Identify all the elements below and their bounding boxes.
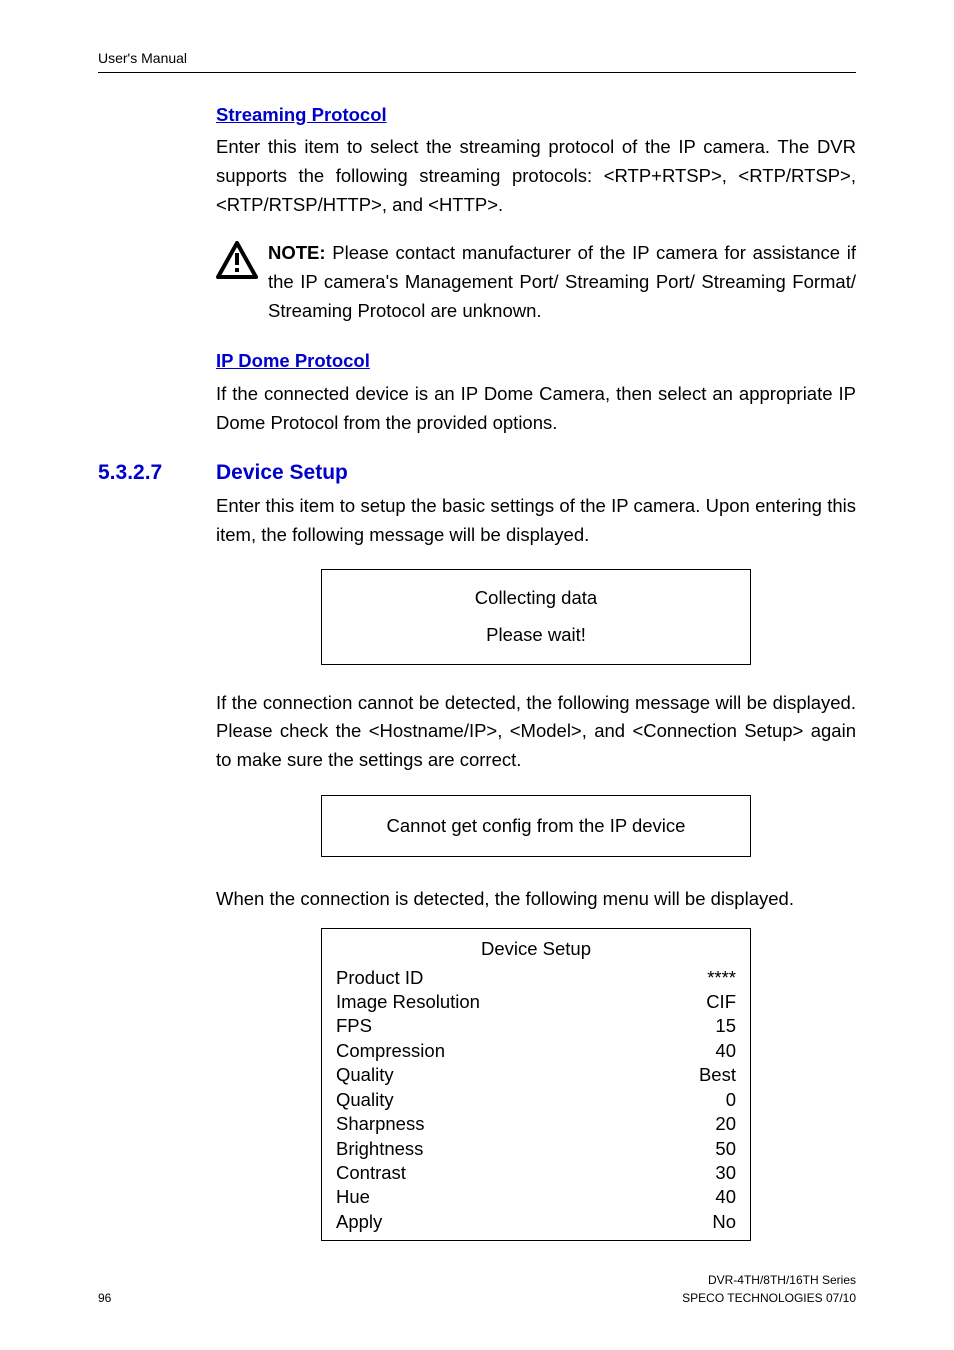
row-value: 15 [715, 1014, 736, 1038]
row-value: 50 [715, 1137, 736, 1161]
row-label: Compression [336, 1039, 445, 1063]
table-row: Contrast 30 [336, 1161, 736, 1185]
section-title: Device Setup [216, 457, 348, 490]
message-box-collecting: Collecting data Please wait! [321, 569, 751, 664]
row-label: FPS [336, 1014, 372, 1038]
heading-ip-dome-protocol: IP Dome Protocol [216, 347, 856, 376]
paragraph-menu-displayed: When the connection is detected, the fol… [216, 885, 856, 914]
paragraph-device-setup-intro: Enter this item to setup the basic setti… [216, 492, 856, 549]
note-text: NOTE: Please contact manufacturer of the… [268, 239, 856, 325]
table-row: Hue 40 [336, 1185, 736, 1209]
message-line-2: Please wait! [332, 621, 740, 650]
device-setup-table: Device Setup Product ID **** Image Resolu… [321, 928, 751, 1241]
footer-right-line-2: SPECO TECHNOLOGIES 07/10 [682, 1289, 856, 1308]
paragraph-cannot-detect: If the connection cannot be detected, th… [216, 689, 856, 775]
row-label: Apply [336, 1210, 382, 1234]
header-left: User's Manual [98, 50, 187, 66]
row-value: **** [707, 966, 736, 990]
page-footer: 96 DVR-4TH/8TH/16TH Series SPECO TECHNOL… [98, 1271, 856, 1308]
table-row: Quality 0 [336, 1088, 736, 1112]
table-row: Product ID **** [336, 966, 736, 990]
row-label: Brightness [336, 1137, 423, 1161]
message-line-1: Collecting data [332, 584, 740, 613]
footer-right-line-1: DVR-4TH/8TH/16TH Series [682, 1271, 856, 1290]
row-value: 0 [726, 1088, 736, 1112]
note-block: NOTE: Please contact manufacturer of the… [216, 239, 856, 325]
table-row: Quality Best [336, 1063, 736, 1087]
message-box-cannot-get-config: Cannot get config from the IP device [321, 795, 751, 858]
row-label: Contrast [336, 1161, 406, 1185]
heading-streaming-protocol: Streaming Protocol [216, 101, 856, 130]
row-value: Best [699, 1063, 736, 1087]
table-row: Compression 40 [336, 1039, 736, 1063]
page-content: Streaming Protocol Enter this item to se… [98, 101, 856, 1241]
footer-page-number: 96 [98, 1289, 111, 1308]
note-body: Please contact manufacturer of the IP ca… [268, 242, 856, 320]
message-cannot-get-config-line: Cannot get config from the IP device [332, 812, 740, 841]
table-row: Apply No [336, 1210, 736, 1234]
table-row: Sharpness 20 [336, 1112, 736, 1136]
row-label: Quality [336, 1088, 394, 1112]
table-row: FPS 15 [336, 1014, 736, 1038]
page-header: User's Manual [98, 48, 856, 73]
row-label: Hue [336, 1185, 370, 1209]
footer-right: DVR-4TH/8TH/16TH Series SPECO TECHNOLOGI… [682, 1271, 856, 1308]
row-value: 40 [715, 1185, 736, 1209]
row-label: Product ID [336, 966, 423, 990]
row-label: Quality [336, 1063, 394, 1087]
row-value: 20 [715, 1112, 736, 1136]
table-row: Image Resolution CIF [336, 990, 736, 1014]
row-label: Sharpness [336, 1112, 424, 1136]
paragraph-streaming-protocol: Enter this item to select the streaming … [216, 133, 856, 219]
row-value: 40 [715, 1039, 736, 1063]
device-setup-table-title: Device Setup [336, 935, 736, 964]
row-value: No [712, 1210, 736, 1234]
section-number: 5.3.2.7 [98, 457, 182, 490]
warning-icon [216, 239, 258, 288]
row-value: CIF [706, 990, 736, 1014]
note-label: NOTE: [268, 242, 326, 263]
row-label: Image Resolution [336, 990, 480, 1014]
section-heading-row: 5.3.2.7 Device Setup [98, 457, 856, 490]
paragraph-ip-dome-protocol: If the connected device is an IP Dome Ca… [216, 380, 856, 437]
table-row: Brightness 50 [336, 1137, 736, 1161]
row-value: 30 [715, 1161, 736, 1185]
